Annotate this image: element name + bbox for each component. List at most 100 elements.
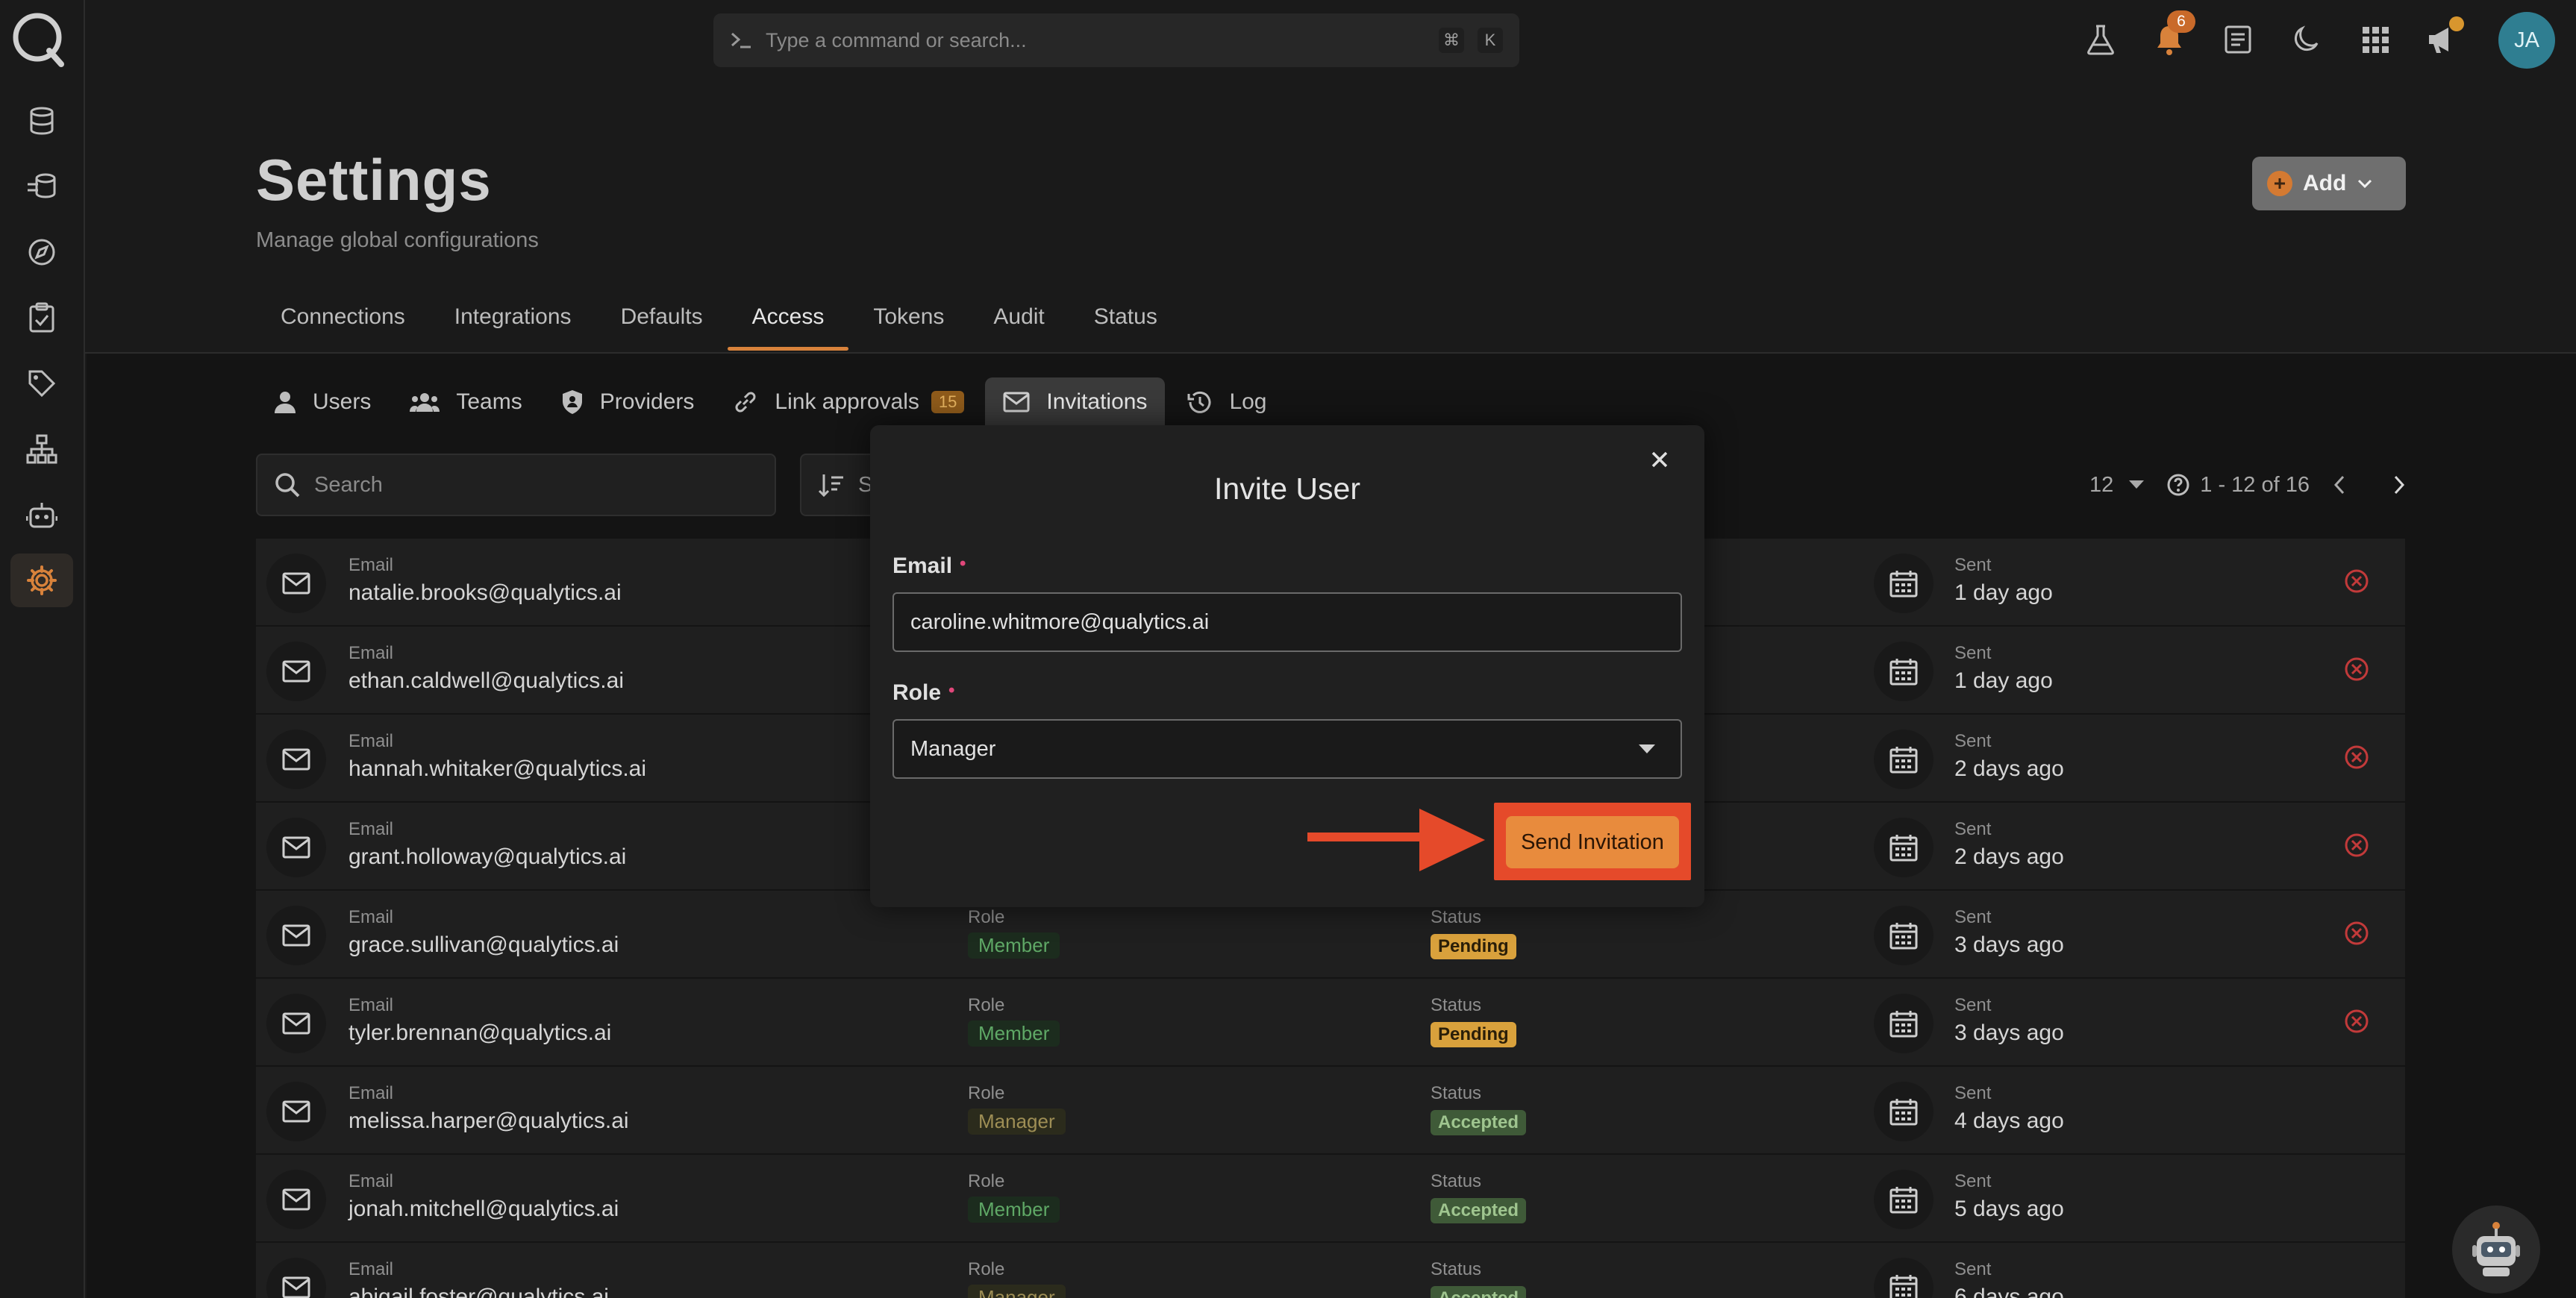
subtab-link-approvals-label: Link approvals: [775, 389, 919, 414]
email-column-label: Email: [348, 1083, 394, 1103]
tag-icon[interactable]: [10, 357, 73, 410]
subtab-link-approvals[interactable]: Link approvals 15: [715, 377, 982, 427]
robot-icon[interactable]: [10, 488, 73, 542]
subtab-teams-label: Teams: [456, 389, 522, 414]
checklist-icon[interactable]: [10, 291, 73, 345]
status-column-label: Status: [1431, 907, 1482, 927]
search-input[interactable]: [314, 472, 758, 498]
app-logo[interactable]: [10, 10, 67, 67]
database-icon[interactable]: [10, 94, 73, 148]
revoke-invitation-icon[interactable]: [2344, 833, 2369, 858]
subtab-log[interactable]: Log: [1168, 377, 1284, 427]
calendar-icon: [1874, 994, 1933, 1053]
table-row: Email tyler.brennan@qualytics.ai Role Membe…: [256, 979, 2405, 1067]
search-icon: [274, 471, 301, 498]
status-column-label: Status: [1431, 1083, 1482, 1103]
sent-column-label: Sent: [1954, 731, 1992, 751]
command-search-bar[interactable]: Type a command or search... ⌘ K: [713, 13, 1519, 67]
flask-icon[interactable]: [2079, 18, 2122, 61]
tab-defaults[interactable]: Defaults: [596, 298, 728, 351]
dark-mode-moon-icon[interactable]: [2285, 18, 2328, 61]
revoke-invitation-icon[interactable]: [2344, 744, 2369, 770]
role-select-value: Manager: [910, 736, 996, 761]
command-search-placeholder: Type a command or search...: [766, 28, 1027, 51]
subtab-teams[interactable]: Teams: [392, 377, 540, 427]
status-badge: Accepted: [1431, 1286, 1527, 1298]
role-select[interactable]: Manager: [892, 719, 1682, 779]
table-row: Email abigail.foster@qualytics.ai Role Mana…: [256, 1243, 2405, 1298]
sent-column-label: Sent: [1954, 1259, 1992, 1279]
invite-email: natalie.brooks@qualytics.ai: [348, 580, 622, 605]
sent-time: 3 days ago: [1954, 932, 2064, 957]
subtab-providers[interactable]: Providers: [543, 377, 713, 427]
mail-icon: [1003, 392, 1030, 413]
status-column-label: Status: [1431, 1259, 1482, 1279]
table-row: Email melissa.harper@qualytics.ai Role Mana…: [256, 1067, 2405, 1155]
assistant-bot-icon[interactable]: [2452, 1205, 2540, 1294]
shield-user-icon: [561, 389, 584, 415]
role-badge: Manager: [968, 1109, 1066, 1135]
revoke-invitation-icon[interactable]: [2344, 656, 2369, 682]
required-marker: •: [948, 680, 955, 700]
sent-column-label: Sent: [1954, 907, 1992, 927]
tab-access[interactable]: Access: [727, 298, 849, 351]
revoke-invitation-icon[interactable]: [2344, 1009, 2369, 1034]
previous-page-chevron-icon[interactable]: [2332, 474, 2347, 495]
plus-circle-icon: [2267, 171, 2292, 196]
email-column-label: Email: [348, 907, 394, 927]
help-circle-icon[interactable]: [2167, 474, 2189, 496]
add-button[interactable]: Add: [2252, 157, 2406, 210]
sent-time: 1 day ago: [1954, 668, 2053, 693]
revoke-invitation-icon[interactable]: [2344, 568, 2369, 594]
sent-time: 3 days ago: [1954, 1020, 2064, 1045]
tab-tokens[interactable]: Tokens: [848, 298, 969, 351]
datastore-flow-icon[interactable]: [10, 160, 73, 213]
email-label-text: Email: [892, 554, 953, 578]
user-avatar[interactable]: JA: [2498, 12, 2555, 69]
send-invitation-button[interactable]: Send Invitation: [1506, 816, 1679, 868]
subtab-users[interactable]: Users: [256, 377, 389, 427]
status-column-label: Status: [1431, 995, 1482, 1015]
tab-connections[interactable]: Connections: [256, 298, 430, 351]
sent-time: 4 days ago: [1954, 1109, 2064, 1133]
subtab-invitations[interactable]: Invitations: [985, 377, 1166, 427]
sent-column-label: Sent: [1954, 819, 1992, 839]
search-field[interactable]: [256, 454, 776, 516]
apps-grid-icon[interactable]: [2354, 18, 2397, 61]
mail-icon: [266, 1170, 326, 1229]
subtab-log-label: Log: [1229, 389, 1267, 414]
announcements-megaphone-icon[interactable]: [2421, 16, 2464, 61]
settings-gear-icon[interactable]: [10, 554, 73, 607]
revoke-invitation-icon[interactable]: [2344, 921, 2369, 946]
history-clock-icon: [1186, 389, 1213, 415]
compass-icon[interactable]: [10, 225, 73, 279]
next-page-chevron-icon[interactable]: [2392, 474, 2407, 495]
email-field[interactable]: caroline.whitmore@qualytics.ai: [892, 592, 1682, 652]
email-column-label: Email: [348, 555, 394, 575]
user-icon: [274, 390, 296, 414]
invite-email: hannah.whitaker@qualytics.ai: [348, 756, 647, 781]
page-size-value[interactable]: 12: [2089, 473, 2113, 498]
page-subtitle: Manage global configurations: [256, 228, 539, 252]
page-size-caret-icon[interactable]: [2128, 480, 2145, 490]
document-icon[interactable]: [2216, 18, 2260, 61]
email-column-label: Email: [348, 643, 394, 663]
notifications-bell-icon[interactable]: 6: [2148, 10, 2195, 61]
tab-audit[interactable]: Audit: [969, 298, 1069, 351]
mail-icon: [266, 730, 326, 789]
tab-status[interactable]: Status: [1069, 298, 1182, 351]
table-row: Email jonah.mitchell@qualytics.ai Role Memb…: [256, 1155, 2405, 1243]
subtab-users-label: Users: [313, 389, 372, 414]
role-badge: Member: [968, 1020, 1060, 1047]
calendar-icon: [1874, 1082, 1933, 1141]
calendar-icon: [1874, 730, 1933, 789]
dropdown-caret-icon: [1639, 744, 1655, 753]
invite-user-dialog: Invite User Email • caroline.whitmore@qua…: [870, 425, 1704, 907]
sort-icon: [818, 473, 845, 497]
hierarchy-icon[interactable]: [10, 422, 73, 476]
email-column-label: Email: [348, 1259, 394, 1279]
close-icon[interactable]: [1645, 445, 1675, 474]
sent-time: 1 day ago: [1954, 580, 2053, 605]
sent-time: 2 days ago: [1954, 756, 2064, 781]
tab-integrations[interactable]: Integrations: [430, 298, 596, 351]
